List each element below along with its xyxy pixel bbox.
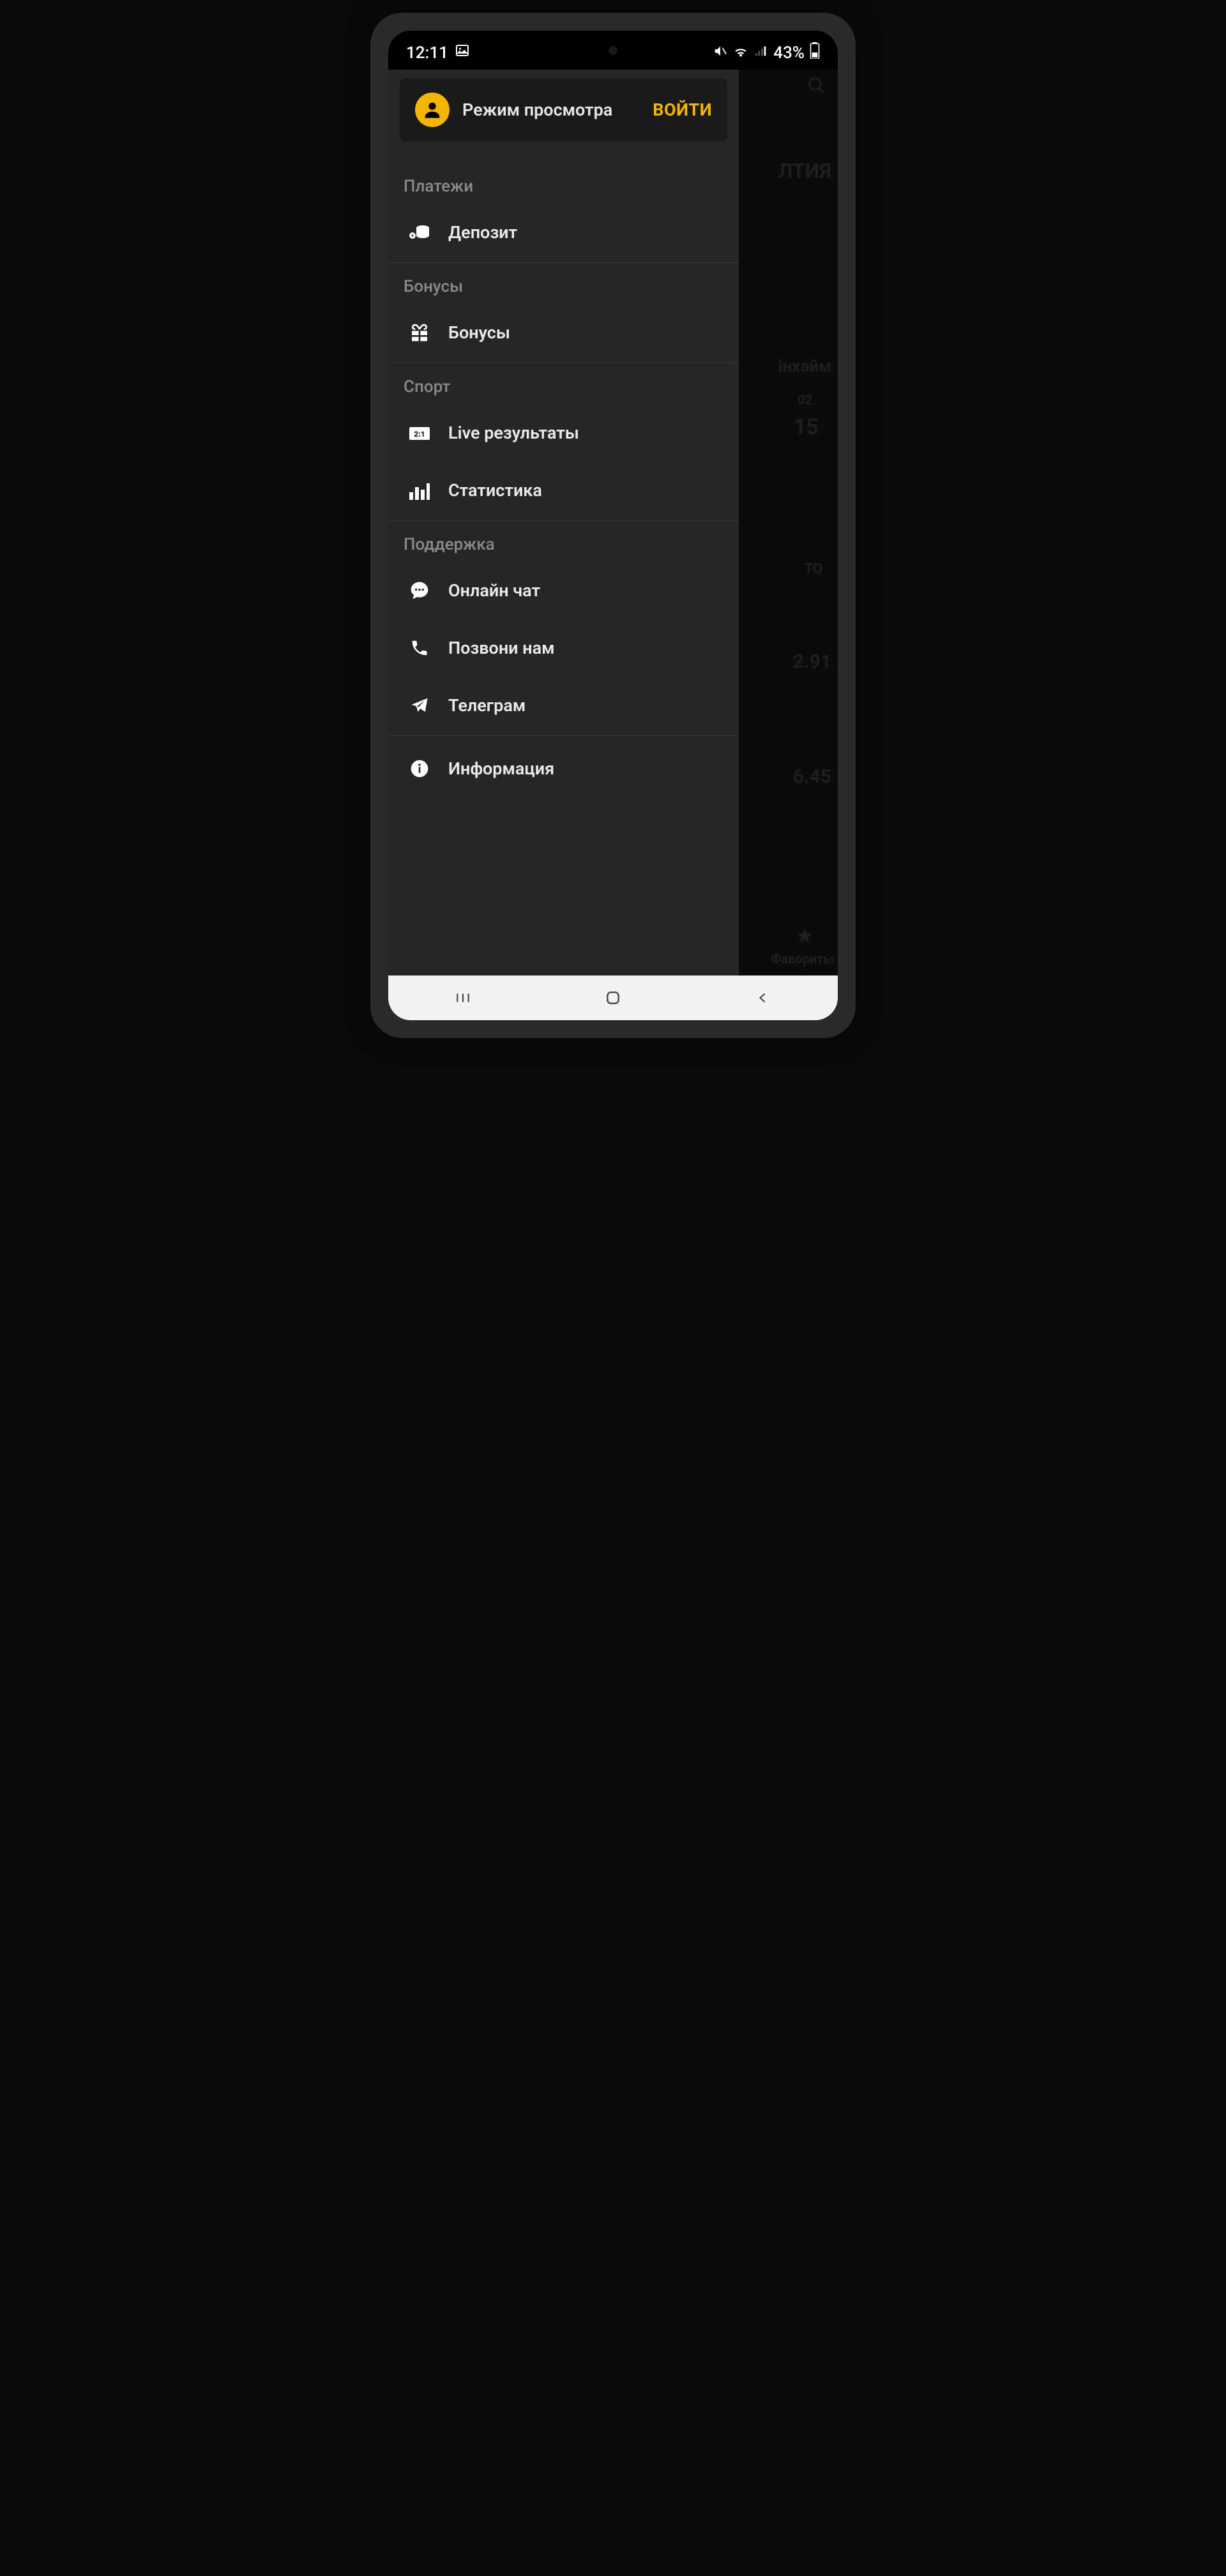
menu-info-label: Информация (448, 758, 554, 779)
bars-icon (409, 479, 430, 501)
telegram-icon (409, 695, 430, 716)
signal-icon (754, 43, 768, 63)
section-bonuses-label: Бонусы (388, 263, 739, 305)
menu-stats-label: Статистика (448, 480, 542, 501)
gift-icon (409, 322, 430, 343)
nav-back[interactable] (688, 990, 838, 1006)
view-mode-label: Режим просмотра (462, 100, 612, 120)
status-time: 12:11 (406, 43, 448, 63)
backdrop-dimmed[interactable]: ЛТИЯ інхайм 02 15 ТО 2.91 6.45 Фавориты (739, 70, 838, 975)
screen: 12:11 43% (388, 31, 838, 1020)
avatar-icon (415, 93, 450, 127)
image-icon (455, 43, 470, 63)
menu-chat-label: Онлайн чат (448, 580, 540, 601)
section-support-label: Поддержка (388, 521, 739, 563)
account-card: Режим просмотра ВОЙТИ (400, 79, 727, 141)
svg-text:2:1: 2:1 (414, 430, 425, 439)
bg-text-1: ЛТИЯ (778, 159, 831, 183)
bg-text-4: 15 (794, 414, 819, 440)
menu-information[interactable]: Информация (388, 736, 739, 799)
phone-frame: 12:11 43% (370, 13, 856, 1038)
coins-icon: + (409, 222, 430, 243)
login-button[interactable]: ВОЙТИ (653, 100, 712, 120)
menu-call-label: Позвони нам (448, 638, 554, 658)
menu-bonuses[interactable]: Бонусы (388, 305, 739, 363)
menu-call[interactable]: Позвони нам (388, 621, 739, 678)
scoreboard-icon: 2:1 (409, 422, 430, 444)
nav-recents[interactable] (388, 990, 538, 1006)
bg-text-3: 02 (798, 392, 812, 407)
menu-bonuses-label: Бонусы (448, 322, 510, 343)
camera-notch (609, 46, 617, 55)
section-sport-label: Спорт (388, 363, 739, 405)
bg-text-5: ТО (805, 561, 823, 577)
info-icon (409, 758, 430, 780)
search-icon (807, 76, 826, 98)
menu-statistics[interactable]: Статистика (388, 463, 739, 520)
nav-home[interactable] (538, 990, 688, 1006)
star-icon (796, 927, 814, 947)
battery-icon (810, 42, 820, 63)
bg-text-7: 6.45 (793, 765, 831, 788)
phone-icon (409, 637, 430, 659)
svg-text:+: + (411, 233, 414, 239)
section-payments-label: Платежи (388, 163, 739, 205)
chat-icon (409, 580, 430, 601)
menu-chat[interactable]: Онлайн чат (388, 563, 739, 621)
battery-text: 43% (773, 43, 805, 63)
menu-deposit[interactable]: + Депозит (388, 205, 739, 262)
drawer: Режим просмотра ВОЙТИ Платежи + Депозит … (388, 70, 739, 975)
wifi-icon (732, 43, 749, 63)
bg-text-2: інхайм (778, 357, 831, 376)
menu-telegram-label: Телеграм (448, 695, 526, 716)
menu-live-results[interactable]: 2:1 Live результаты (388, 405, 739, 463)
bg-text-6: 2.91 (793, 651, 831, 673)
menu-deposit-label: Депозит (448, 222, 517, 243)
mute-icon (713, 43, 727, 63)
bg-text-8: Фавориты (771, 951, 834, 967)
menu-live-label: Live результаты (448, 423, 579, 443)
menu-telegram[interactable]: Телеграм (388, 678, 739, 735)
system-nav-bar (388, 975, 838, 1020)
